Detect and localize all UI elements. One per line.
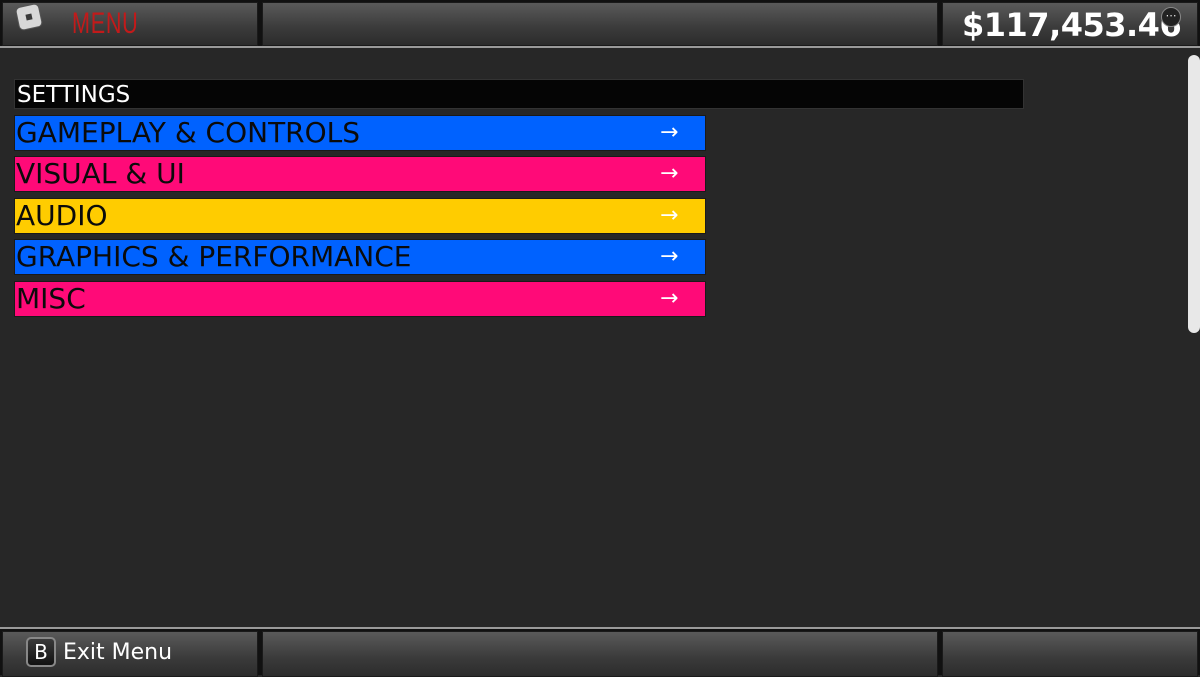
more-options-icon[interactable]: ⋯ xyxy=(1161,7,1181,27)
arrow-right-icon: → xyxy=(660,286,679,311)
category-label: MISC xyxy=(16,282,86,315)
category-misc[interactable]: MISC → xyxy=(14,281,706,317)
b-button-icon[interactable]: B xyxy=(26,637,56,667)
category-label: VISUAL & UI xyxy=(16,157,185,190)
money-balance: $117,453.46 xyxy=(962,6,1182,44)
category-audio[interactable]: AUDIO → xyxy=(14,198,706,234)
roblox-logo-icon[interactable] xyxy=(15,3,43,31)
scrollbar[interactable] xyxy=(1188,55,1200,333)
category-label: AUDIO xyxy=(16,199,108,232)
settings-header: SETTINGS xyxy=(14,79,1024,109)
menu-title: MENU xyxy=(72,7,139,40)
bottom-bar-middle-segment xyxy=(262,631,938,677)
arrow-right-icon: → xyxy=(660,244,679,269)
arrow-right-icon: → xyxy=(660,120,679,145)
arrow-right-icon: → xyxy=(660,203,679,228)
exit-menu-label[interactable]: Exit Menu xyxy=(63,639,172,667)
category-label: GAMEPLAY & CONTROLS xyxy=(16,116,361,149)
category-graphics-performance[interactable]: GRAPHICS & PERFORMANCE → xyxy=(14,239,706,275)
category-visual-ui[interactable]: VISUAL & UI → xyxy=(14,156,706,192)
category-label: GRAPHICS & PERFORMANCE xyxy=(16,240,412,273)
arrow-right-icon: → xyxy=(660,161,679,186)
top-bar: MENU $117,453.46 ⋯ xyxy=(0,0,1200,48)
bottom-bar: B Exit Menu xyxy=(0,627,1200,677)
category-gameplay-controls[interactable]: GAMEPLAY & CONTROLS → xyxy=(14,115,706,151)
top-bar-middle-segment xyxy=(262,2,938,46)
bottom-bar-right-segment xyxy=(942,631,1198,677)
